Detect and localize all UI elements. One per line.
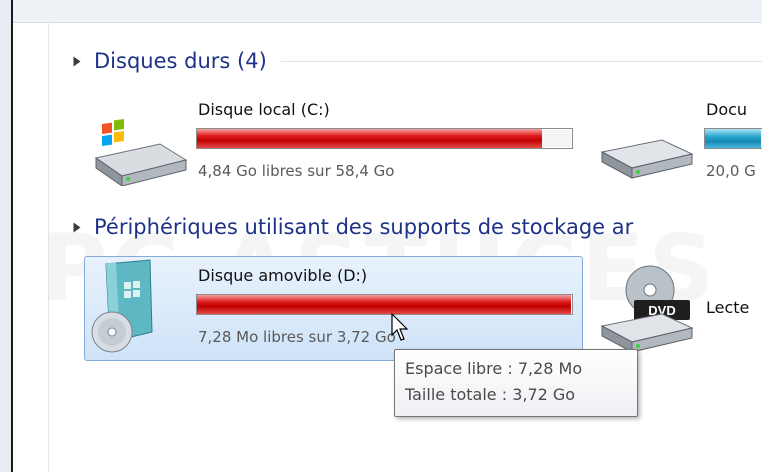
drive-item-dvd[interactable]: DVD Lecte <box>598 262 762 358</box>
drive-free-space: 7,28 Mo libres sur 3,72 Go <box>198 328 396 346</box>
drive-label: Docu <box>706 100 748 119</box>
usage-bar-fill <box>197 295 572 314</box>
removable-disk-icon <box>91 259 153 353</box>
drive-item-documents[interactable]: Docu 20,0 G <box>598 96 762 186</box>
drive-item-d[interactable]: Disque amovible (D:) 7,28 Mo libres sur … <box>88 258 578 356</box>
drive-tooltip: Espace libre : 7,28 Mo Taille totale : 3… <box>394 349 638 417</box>
mouse-pointer-icon <box>391 313 409 341</box>
usage-bar <box>704 128 762 149</box>
windows-hard-disk-icon <box>94 118 188 186</box>
tooltip-total-size: Taille totale : 3,72 Go <box>405 385 576 404</box>
group-divider <box>280 60 762 62</box>
collapse-arrow-icon[interactable] <box>73 56 81 66</box>
dvd-drive-icon: DVD <box>600 265 694 353</box>
group-header-removable-storage[interactable]: Périphériques utilisant des supports de … <box>72 212 762 242</box>
window-top-edge <box>0 0 762 23</box>
group-title: Disques durs (4) <box>94 49 267 73</box>
window-left-border <box>0 0 13 472</box>
tooltip-free-space: Espace libre : 7,28 Mo <box>405 359 583 378</box>
drive-label: Disque amovible (D:) <box>198 266 368 285</box>
usage-bar-fill <box>705 129 761 148</box>
usage-bar <box>196 128 573 149</box>
group-title: Périphériques utilisant des supports de … <box>94 215 634 239</box>
drive-item-c[interactable]: Disque local (C:) 4,84 Go libres sur 58,… <box>88 96 588 186</box>
hard-disk-icon <box>600 139 694 179</box>
collapse-arrow-icon[interactable] <box>73 222 81 232</box>
group-header-hard-disks[interactable]: Disques durs (4) <box>72 46 762 76</box>
drive-free-space: 4,84 Go libres sur 58,4 Go <box>198 162 395 180</box>
pane-divider <box>48 22 49 472</box>
drive-free-space: 20,0 G <box>706 162 756 180</box>
usage-bar <box>196 294 573 315</box>
drive-label: Lecte <box>706 298 750 317</box>
drive-label: Disque local (C:) <box>198 100 330 119</box>
usage-bar-fill <box>197 129 542 148</box>
